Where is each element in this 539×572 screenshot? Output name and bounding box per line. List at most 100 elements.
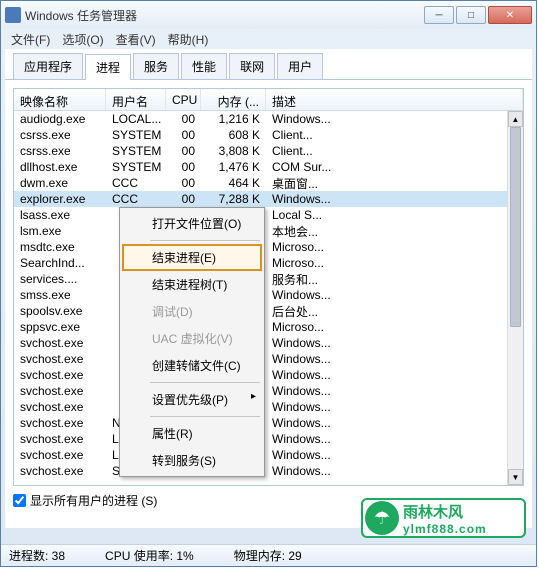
cell-desc: Client... bbox=[266, 144, 523, 158]
cell-desc: Windows... bbox=[266, 464, 523, 478]
process-row[interactable]: dwm.exeCCC00464 K桌面窗... bbox=[14, 175, 523, 191]
process-row[interactable]: svchost.exeNETWO...002,420 KWindows... bbox=[14, 415, 523, 431]
cell-name: csrss.exe bbox=[14, 128, 106, 142]
statusbar: 进程数: 38 CPU 使用率: 1% 物理内存: 29 bbox=[1, 544, 536, 566]
watermark: ☂ 雨林木风 ylmf888.com bbox=[361, 498, 526, 538]
cell-memory: 3,808 K bbox=[201, 144, 266, 158]
cell-name: services.... bbox=[14, 272, 106, 286]
cell-name: audiodg.exe bbox=[14, 112, 106, 126]
tab-processes[interactable]: 进程 bbox=[85, 54, 131, 80]
ctx-end-process-tree[interactable]: 结束进程树(T) bbox=[122, 271, 262, 298]
ctx-separator bbox=[150, 240, 260, 241]
cell-memory: 1,216 K bbox=[201, 112, 266, 126]
cell-name: lsass.exe bbox=[14, 208, 106, 222]
col-cpu[interactable]: CPU bbox=[166, 89, 201, 110]
menu-file[interactable]: 文件(F) bbox=[7, 29, 54, 50]
cell-name: svchost.exe bbox=[14, 352, 106, 366]
scroll-down-button[interactable]: ▼ bbox=[508, 469, 523, 485]
col-image-name[interactable]: 映像名称 bbox=[14, 89, 106, 110]
cell-desc: Windows... bbox=[266, 192, 523, 206]
list-header: 映像名称 用户名 CPU 内存 (... 描述 bbox=[14, 89, 523, 111]
tab-applications[interactable]: 应用程序 bbox=[13, 53, 83, 79]
ctx-goto-service[interactable]: 转到服务(S) bbox=[122, 447, 262, 474]
minimize-button[interactable]: ─ bbox=[424, 6, 454, 24]
process-row[interactable]: svchost.exeKWindows... bbox=[14, 367, 523, 383]
process-row[interactable]: svchost.exeSYSTEM001,696 KWindows... bbox=[14, 463, 523, 479]
cell-user: CCC bbox=[106, 176, 166, 190]
cell-desc: Windows... bbox=[266, 384, 523, 398]
process-row[interactable]: svchost.exeLOCAL...002,548 KWindows... bbox=[14, 431, 523, 447]
process-row[interactable]: lsass.exeKLocal S... bbox=[14, 207, 523, 223]
process-row[interactable]: lsm.exeK本地会... bbox=[14, 223, 523, 239]
cell-desc: Windows... bbox=[266, 400, 523, 414]
ctx-set-priority[interactable]: 设置优先级(P) bbox=[122, 386, 262, 413]
cell-memory: 464 K bbox=[201, 176, 266, 190]
menu-view[interactable]: 查看(V) bbox=[112, 29, 160, 50]
status-cpu-usage: CPU 使用率: 1% bbox=[105, 547, 194, 564]
ctx-uac-virtualization: UAC 虚拟化(V) bbox=[122, 325, 262, 352]
process-row[interactable]: sppsvc.exeKMicroso... bbox=[14, 319, 523, 335]
show-all-users-checkbox[interactable] bbox=[13, 494, 26, 507]
cell-desc: Windows... bbox=[266, 336, 523, 350]
watermark-url: ylmf888.com bbox=[403, 522, 487, 536]
show-all-users-label[interactable]: 显示所有用户的进程 (S) bbox=[30, 492, 157, 509]
menu-help[interactable]: 帮助(H) bbox=[164, 29, 213, 50]
close-button[interactable]: ✕ bbox=[488, 6, 532, 24]
cell-name: msdtc.exe bbox=[14, 240, 106, 254]
col-memory[interactable]: 内存 (... bbox=[201, 89, 266, 110]
ctx-create-dump[interactable]: 创建转储文件(C) bbox=[122, 352, 262, 379]
cell-user: SYSTEM bbox=[106, 128, 166, 142]
ctx-end-process[interactable]: 结束进程(E) bbox=[122, 244, 262, 271]
process-row[interactable]: svchost.exeKWindows... bbox=[14, 351, 523, 367]
watermark-icon: ☂ bbox=[365, 501, 399, 535]
cell-desc: Microso... bbox=[266, 320, 523, 334]
cell-desc: Windows... bbox=[266, 288, 523, 302]
list-body[interactable]: audiodg.exeLOCAL...001,216 KWindows...cs… bbox=[14, 111, 523, 486]
cell-desc: Windows... bbox=[266, 432, 523, 446]
tab-services[interactable]: 服务 bbox=[133, 53, 179, 79]
process-row[interactable]: csrss.exeSYSTEM003,808 KClient... bbox=[14, 143, 523, 159]
menu-options[interactable]: 选项(O) bbox=[58, 29, 107, 50]
col-description[interactable]: 描述 bbox=[266, 89, 523, 110]
cell-desc: 服务和... bbox=[266, 271, 523, 288]
cell-name: dwm.exe bbox=[14, 176, 106, 190]
cell-name: svchost.exe bbox=[14, 384, 106, 398]
cell-desc: Client... bbox=[266, 128, 523, 142]
process-row[interactable]: svchost.exeKWindows... bbox=[14, 335, 523, 351]
process-row[interactable]: dllhost.exeSYSTEM001,476 KCOM Sur... bbox=[14, 159, 523, 175]
scroll-thumb[interactable] bbox=[510, 127, 521, 327]
cell-desc: 后台处... bbox=[266, 303, 523, 320]
tab-networking[interactable]: 联网 bbox=[229, 53, 275, 79]
tab-strip: 应用程序 进程 服务 性能 联网 用户 bbox=[5, 49, 532, 80]
cell-name: dllhost.exe bbox=[14, 160, 106, 174]
cell-name: SearchInd... bbox=[14, 256, 106, 270]
titlebar[interactable]: Windows 任务管理器 ─ □ ✕ bbox=[1, 1, 536, 29]
cell-cpu: 00 bbox=[166, 160, 201, 174]
cell-user: CCC bbox=[106, 192, 166, 206]
col-username[interactable]: 用户名 bbox=[106, 89, 166, 110]
process-row[interactable]: svchost.exeLOCAL...001,020 KWindows... bbox=[14, 447, 523, 463]
tab-users[interactable]: 用户 bbox=[277, 53, 323, 79]
process-row[interactable]: SearchInd...KMicroso... bbox=[14, 255, 523, 271]
maximize-button[interactable]: □ bbox=[456, 6, 486, 24]
process-row[interactable]: audiodg.exeLOCAL...001,216 KWindows... bbox=[14, 111, 523, 127]
tab-performance[interactable]: 性能 bbox=[181, 53, 227, 79]
cell-desc: Windows... bbox=[266, 416, 523, 430]
cell-desc: COM Sur... bbox=[266, 160, 523, 174]
process-row[interactable]: svchost.exeKWindows... bbox=[14, 399, 523, 415]
process-row[interactable]: services....K服务和... bbox=[14, 271, 523, 287]
ctx-properties[interactable]: 属性(R) bbox=[122, 420, 262, 447]
process-row[interactable]: spoolsv.exeK后台处... bbox=[14, 303, 523, 319]
process-row[interactable]: smss.exeKWindows... bbox=[14, 287, 523, 303]
cell-user: SYSTEM bbox=[106, 160, 166, 174]
process-row[interactable]: msdtc.exeKMicroso... bbox=[14, 239, 523, 255]
cell-name: svchost.exe bbox=[14, 464, 106, 478]
cell-name: lsm.exe bbox=[14, 224, 106, 238]
process-row[interactable]: explorer.exeCCC007,288 KWindows... bbox=[14, 191, 523, 207]
vertical-scrollbar[interactable]: ▲ ▼ bbox=[507, 111, 523, 485]
process-row[interactable]: svchost.exeKWindows... bbox=[14, 383, 523, 399]
cell-desc: Microso... bbox=[266, 240, 523, 254]
scroll-up-button[interactable]: ▲ bbox=[508, 111, 523, 127]
process-row[interactable]: csrss.exeSYSTEM00608 KClient... bbox=[14, 127, 523, 143]
ctx-open-file-location[interactable]: 打开文件位置(O) bbox=[122, 210, 262, 237]
